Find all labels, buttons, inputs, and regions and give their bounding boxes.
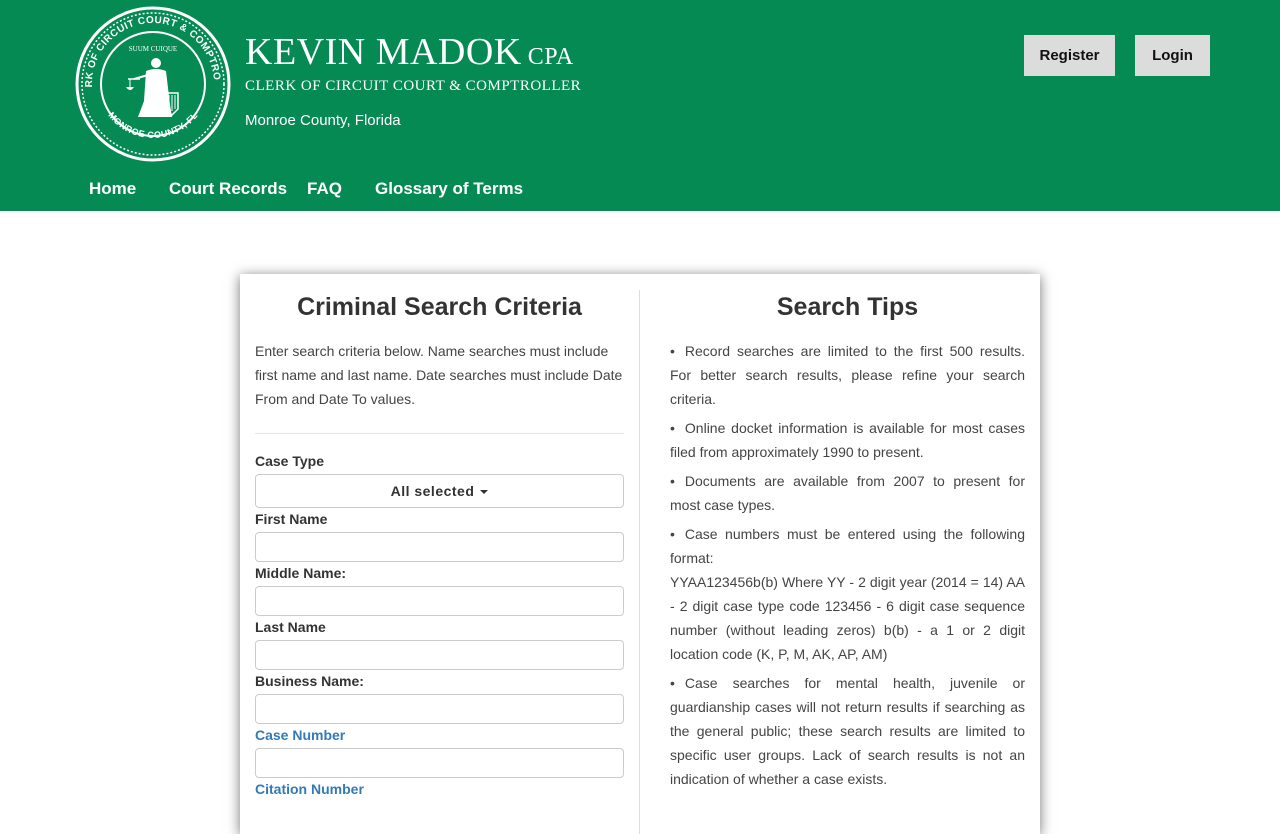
register-button[interactable]: Register — [1024, 35, 1115, 76]
tip-text: Case searches for mental health, juvenil… — [670, 675, 1025, 787]
site-header: CLERK OF CIRCUIT COURT & COMPTROLLER MON… — [0, 0, 1280, 211]
tip-item: • Case numbers must be entered using the … — [670, 522, 1025, 570]
tip-item: • Documents are available from 2007 to pr… — [670, 469, 1025, 517]
search-tips-list: • Record searches are limited to the firs… — [670, 339, 1025, 791]
tip-item: • Record searches are limited to the firs… — [670, 339, 1025, 411]
tip-text: Record searches are limited to the first… — [670, 343, 1025, 407]
last-name-field: Last Name — [255, 618, 624, 670]
divider — [255, 433, 624, 434]
seal-motto: SUUM CUIQUE — [129, 45, 177, 53]
search-tips-title: Search Tips — [776, 293, 919, 321]
business-name-field: Business Name: — [255, 672, 624, 724]
bullet-icon: • — [670, 343, 675, 359]
caret-down-icon — [480, 490, 489, 495]
bullet-icon: • — [670, 473, 675, 489]
column-divider — [639, 290, 640, 834]
first-name-input[interactable] — [255, 532, 624, 562]
case-type-field: Case Type All selected — [255, 452, 624, 508]
case-number-field: Case Number — [255, 726, 624, 778]
nav-glossary[interactable]: Glossary of Terms — [375, 170, 523, 208]
nav-faq[interactable]: FAQ — [307, 170, 342, 208]
brand-subtitle: CLERK OF CIRCUIT COURT & COMPTROLLER — [245, 78, 582, 94]
tip-text: Case numbers must be entered using the f… — [670, 526, 1025, 566]
case-type-label: Case Type — [255, 453, 324, 469]
citation-number-label[interactable]: Citation Number — [255, 780, 624, 798]
brand-name-text: KEVIN MADOK — [245, 31, 522, 73]
county-seal-logo[interactable]: CLERK OF CIRCUIT COURT & COMPTROLLER MON… — [74, 5, 232, 163]
login-button[interactable]: Login — [1135, 35, 1210, 76]
business-name-input[interactable] — [255, 694, 624, 724]
search-criteria-title: Criminal Search Criteria — [297, 293, 582, 321]
tip-text: YYAA123456b(b) Where YY - 2 digit year (… — [670, 574, 1025, 662]
middle-name-label: Middle Name: — [255, 565, 347, 581]
case-number-input[interactable] — [255, 748, 624, 778]
brand-county: Monroe County, Florida — [245, 112, 401, 129]
search-criteria-panel: Criminal Search Criteria Enter search cr… — [255, 274, 624, 797]
case-type-select[interactable]: All selected — [255, 474, 624, 508]
citation-number-field: Citation Number — [255, 780, 624, 798]
middle-name-field: Middle Name: — [255, 564, 624, 616]
tip-item: • Case searches for mental health, juveni… — [670, 671, 1025, 791]
nav-court-records[interactable]: Court Records — [169, 170, 287, 208]
last-name-label: Last Name — [255, 619, 326, 635]
first-name-field: First Name — [255, 510, 624, 562]
search-card: Criminal Search Criteria Enter search cr… — [240, 274, 1040, 834]
case-type-value: All selected — [390, 483, 475, 499]
bullet-icon: • — [670, 526, 675, 542]
tip-text: Documents are available from 2007 to pre… — [670, 473, 1025, 513]
brand-name: KEVIN MADOK CPA — [245, 30, 574, 79]
bullet-icon: • — [670, 420, 675, 436]
tip-format-detail: YYAA123456b(b) Where YY - 2 digit year (… — [670, 570, 1025, 666]
search-tips-panel: Search Tips • Record searches are limited… — [670, 274, 1025, 796]
last-name-input[interactable] — [255, 640, 624, 670]
search-intro-text: Enter search criteria below. Name search… — [255, 343, 623, 407]
tip-item: • Online docket information is available … — [670, 416, 1025, 464]
business-name-label: Business Name: — [255, 673, 364, 689]
case-number-label[interactable]: Case Number — [255, 726, 624, 744]
brand-suffix: CPA — [527, 44, 574, 70]
nav-home[interactable]: Home — [89, 170, 136, 208]
first-name-label: First Name — [255, 511, 328, 527]
bullet-icon: • — [670, 675, 675, 691]
tip-text: Online docket information is available f… — [670, 420, 1025, 460]
middle-name-input[interactable] — [255, 586, 624, 616]
